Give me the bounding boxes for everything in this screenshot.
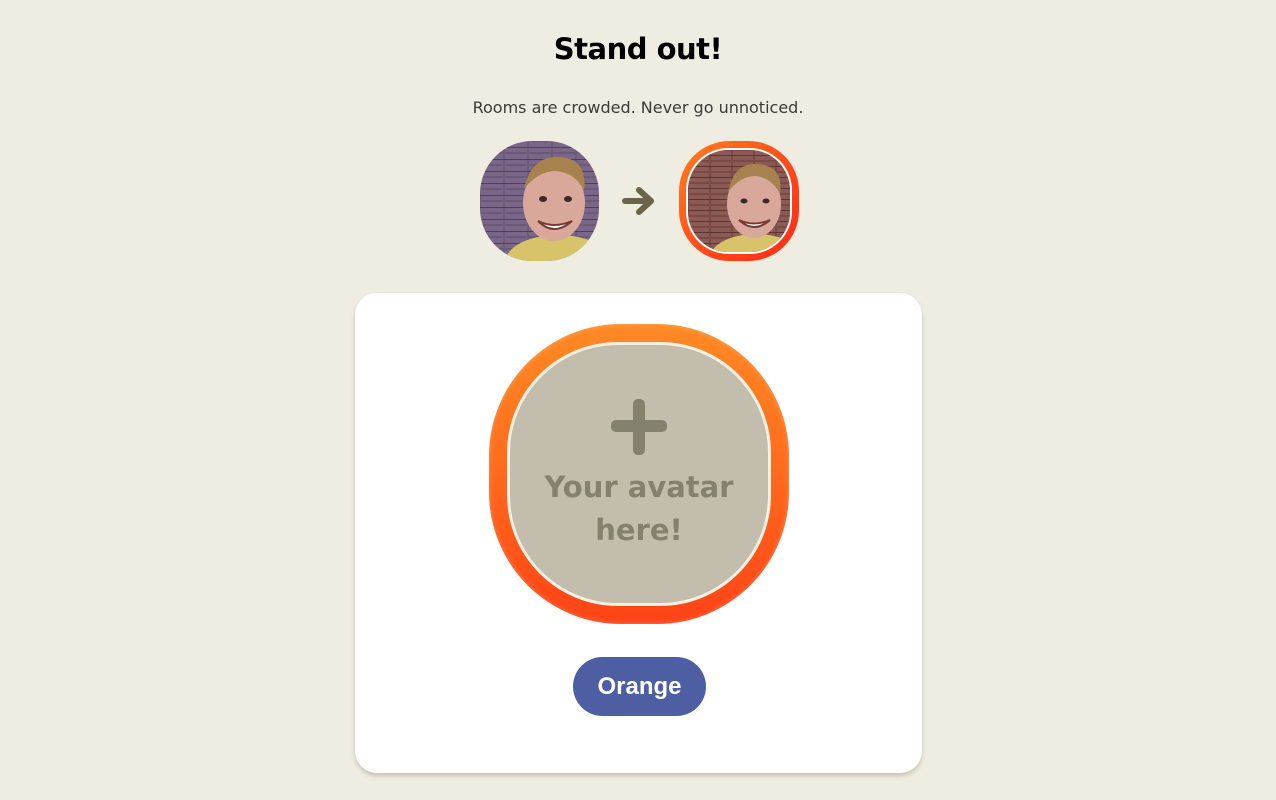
page-subtitle: Rooms are crowded. Never go unnoticed.	[472, 98, 804, 117]
avatar-placeholder-text: Your avatar here!	[544, 470, 734, 547]
page: Stand out! Rooms are crowded. Never go u…	[0, 0, 1276, 800]
page-title: Stand out!	[553, 32, 723, 66]
arrow-right-icon	[622, 187, 654, 215]
ring-color-button[interactable]: Orange	[573, 657, 706, 716]
avatar-before-image	[480, 141, 599, 261]
avatar-after-image	[686, 148, 792, 254]
plus-icon[interactable]	[609, 397, 669, 457]
